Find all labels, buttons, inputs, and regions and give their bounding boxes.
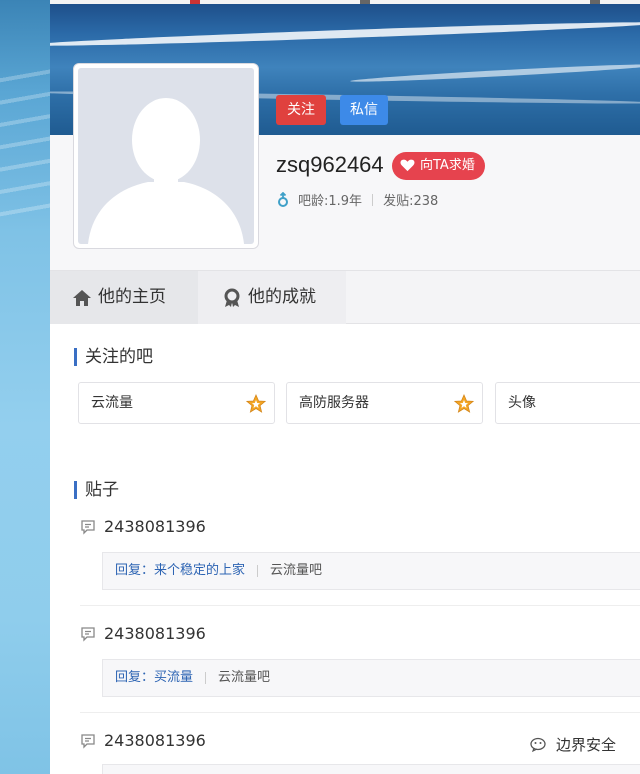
avatar[interactable]: [73, 63, 259, 249]
posts-title: 贴子: [74, 481, 119, 499]
comment-icon: [81, 519, 95, 535]
reply-preview: 回复：买流量 云流量吧: [102, 659, 640, 697]
forum-name: 高防服务器: [299, 395, 369, 411]
tab-achievements[interactable]: 他的成就: [198, 271, 346, 324]
propose-label: 向TA求婚: [420, 158, 475, 173]
forum-age: 吧龄:1.9年: [298, 194, 363, 209]
heart-icon: [400, 159, 415, 172]
profile-tabs: 他的主页 他的成就: [50, 270, 640, 324]
medal-icon: [224, 288, 240, 307]
follow-button[interactable]: 关注: [276, 95, 326, 125]
male-gender-icon: [278, 191, 288, 207]
reply-link[interactable]: 回复：买流量: [115, 660, 193, 696]
reply-divider: [205, 672, 207, 684]
profile-panel: 关注 私信 zsq962464 向TA求婚 吧龄:1.9年 发贴:238 他的主…: [50, 0, 640, 774]
star-icon: [454, 394, 474, 413]
comment-icon: [81, 733, 95, 749]
post-item[interactable]: 2438081396: [80, 517, 206, 536]
post-id: 2438081396: [104, 517, 206, 536]
profile-meta: 吧龄:1.9年 发贴:238: [276, 190, 438, 209]
reply-forum-link[interactable]: 云流量吧: [218, 660, 270, 696]
forum-name: 头像: [508, 395, 536, 411]
page-background: [0, 0, 50, 774]
tab-home-label: 他的主页: [98, 287, 166, 307]
comment-icon: [81, 626, 95, 642]
forum-card[interactable]: 头像: [495, 382, 640, 424]
post-divider: [80, 712, 640, 713]
message-button[interactable]: 私信: [340, 95, 388, 125]
forum-card[interactable]: 云流量: [78, 382, 275, 424]
default-avatar-icon: [88, 98, 244, 244]
browser-top-strip: [50, 0, 640, 4]
star-icon: [246, 394, 266, 413]
meta-divider: [372, 193, 374, 206]
propose-button[interactable]: 向TA求婚: [392, 152, 485, 180]
post-count: 发贴:238: [383, 194, 439, 209]
tab-home[interactable]: 他的主页: [50, 271, 198, 324]
reply-divider: [257, 565, 259, 577]
post-id: 2438081396: [104, 731, 206, 750]
home-icon: [73, 289, 91, 306]
followed-forums-title: 关注的吧: [74, 348, 153, 366]
post-divider: [80, 605, 640, 606]
watermark: 边界安全: [530, 734, 616, 755]
reply-forum-link[interactable]: 云流量吧: [270, 553, 322, 589]
post-item[interactable]: 2438081396: [80, 731, 206, 750]
post-id: 2438081396: [104, 624, 206, 643]
username: zsq962464: [276, 152, 384, 177]
forum-name: 云流量: [91, 395, 133, 411]
reply-preview: 回复：来个稳定的上家 云流量吧: [102, 552, 640, 590]
reply-link[interactable]: 回复：来个稳定的上家: [115, 553, 245, 589]
tab-achievements-label: 他的成就: [248, 287, 316, 307]
wechat-icon: [530, 737, 546, 752]
forum-card[interactable]: 高防服务器: [286, 382, 483, 424]
reply-preview: [102, 764, 640, 774]
post-item[interactable]: 2438081396: [80, 624, 206, 643]
watermark-text: 边界安全: [556, 736, 617, 754]
